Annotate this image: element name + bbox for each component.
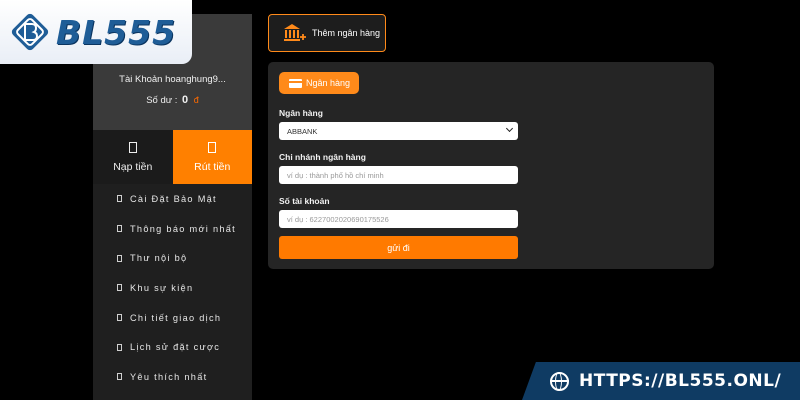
menu-item-label: Chi tiết giao dịch bbox=[130, 312, 222, 323]
tab-deposit[interactable]: Nạp tiền bbox=[93, 130, 173, 184]
branch-input[interactable]: ví dụ : thành phố hồ chí minh bbox=[279, 166, 518, 184]
deposit-icon bbox=[128, 141, 137, 153]
bank-field-label: Ngân hàng bbox=[279, 108, 323, 118]
menu-item-label: Yêu thích nhất bbox=[130, 371, 208, 382]
menu-item-label: Cài Đặt Bảo Mật bbox=[130, 193, 217, 204]
tab-deposit-label: Nạp tiền bbox=[113, 160, 153, 173]
menu-item-label: Lịch sử đặt cược bbox=[130, 342, 221, 353]
account-name: Tài Khoản hoanghung9... bbox=[119, 74, 226, 85]
bank-tab-chip[interactable]: Ngân hàng bbox=[279, 72, 360, 94]
account-number-placeholder: ví dụ : 6227002020690175526 bbox=[287, 214, 389, 224]
bank-add-icon bbox=[284, 24, 306, 41]
balance-label: Số dư : bbox=[146, 95, 178, 106]
account-number-input[interactable]: ví dụ : 6227002020690175526 bbox=[279, 210, 518, 228]
globe-icon bbox=[550, 371, 569, 391]
branch-field-label: Chi nhánh ngân hàng bbox=[279, 152, 366, 162]
tab-withdraw-label: Rút tiền bbox=[194, 160, 231, 173]
tab-withdraw[interactable]: Rút tiền bbox=[172, 130, 252, 184]
menu-item-icon bbox=[117, 225, 122, 233]
menu-item-label: Thông báo mới nhất bbox=[130, 223, 237, 234]
menu-item-icon bbox=[117, 195, 122, 203]
account-balance: Số dư : 0 đ bbox=[93, 94, 252, 106]
brand-logo[interactable]: BL555 bbox=[0, 0, 192, 64]
menu-item-favorites[interactable]: Yêu thích nhất bbox=[93, 362, 252, 392]
chevron-down-icon bbox=[505, 124, 514, 133]
add-bank-button[interactable]: Thêm ngân hàng bbox=[268, 14, 386, 52]
menu-item-transactions[interactable]: Chi tiết giao dịch bbox=[93, 303, 252, 333]
submit-button[interactable]: gửi đi bbox=[279, 236, 518, 259]
url-text: HTTPS://BL555.ONL/ bbox=[579, 371, 782, 391]
menu-item-label: Khu sự kiện bbox=[130, 282, 194, 293]
logo-text: BL555 bbox=[56, 12, 177, 52]
bank-form-panel: Ngân hàng Ngân hàng ABBANK Chi nhánh ngâ… bbox=[268, 62, 714, 269]
currency-symbol: đ bbox=[193, 95, 199, 105]
balance-value: 0 bbox=[182, 94, 189, 106]
withdraw-icon bbox=[208, 141, 217, 153]
account-sidebar: Tài Khoản hoanghung9... Số dư : 0 đ Nạp … bbox=[93, 14, 252, 400]
menu-item-bet-history[interactable]: Lịch sử đặt cược bbox=[93, 332, 252, 362]
account-number-label: Số tài khoản bbox=[279, 196, 330, 206]
account-menu: Cài Đặt Bảo Mật Thông báo mới nhất Thư n… bbox=[93, 184, 252, 392]
bank-select-value: ABBANK bbox=[287, 126, 318, 136]
menu-item-label: Thư nội bộ bbox=[130, 253, 188, 264]
transaction-tabs: Nạp tiền Rút tiền bbox=[93, 130, 252, 184]
submit-label: gửi đi bbox=[387, 242, 410, 253]
bank-chip-label: Ngân hàng bbox=[306, 78, 351, 88]
menu-item-inbox[interactable]: Thư nội bộ bbox=[93, 243, 252, 273]
menu-item-notifications[interactable]: Thông báo mới nhất bbox=[93, 214, 252, 244]
url-banner[interactable]: HTTPS://BL555.ONL/ bbox=[522, 362, 800, 400]
menu-item-icon bbox=[117, 314, 122, 322]
menu-item-events[interactable]: Khu sự kiện bbox=[93, 273, 252, 303]
add-bank-label: Thêm ngân hàng bbox=[312, 28, 381, 38]
bank-select[interactable]: ABBANK bbox=[279, 122, 518, 140]
logo-diamond-icon bbox=[11, 13, 49, 51]
card-icon bbox=[289, 78, 302, 88]
menu-item-icon bbox=[117, 254, 122, 262]
menu-item-icon bbox=[117, 373, 122, 381]
branch-placeholder: ví dụ : thành phố hồ chí minh bbox=[287, 170, 384, 180]
menu-item-security[interactable]: Cài Đặt Bảo Mật bbox=[93, 184, 252, 214]
menu-item-icon bbox=[117, 343, 122, 351]
menu-item-icon bbox=[117, 284, 122, 292]
